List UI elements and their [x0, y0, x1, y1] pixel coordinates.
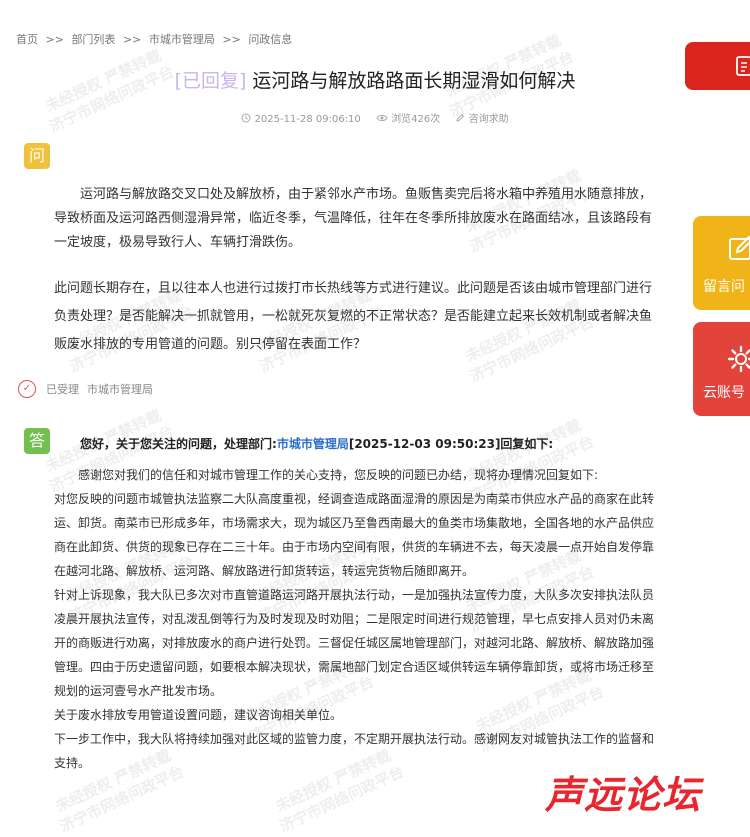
answer-department-link[interactable]: 市城市管理局 — [277, 437, 349, 451]
forum-logo: 声远论坛 — [545, 773, 702, 817]
breadcrumb-current: 问政信息 — [248, 33, 293, 46]
post-datetime: 2025-11-28 09:06:10 — [241, 113, 364, 125]
post-category: 咨询求助 — [455, 113, 509, 125]
breadcrumb-separator: >> — [222, 33, 241, 46]
account-label: 云账号 — [703, 385, 745, 401]
question-badge: 问 — [24, 143, 50, 169]
question-paragraph: 运河路与解放路交叉口处及解放桥，由于紧邻水产市场。鱼贩售卖完后将水箱中养殖用水随… — [54, 187, 653, 250]
message-button[interactable]: 留言问 — [693, 216, 750, 310]
breadcrumb-separator: >> — [122, 33, 142, 46]
post-views: 浏览426次 — [376, 114, 443, 125]
breadcrumb-department-list[interactable]: 部门列表 — [71, 33, 115, 46]
account-button[interactable]: 云账号 — [693, 322, 750, 416]
status-label: 已受理 — [46, 383, 79, 396]
answer-paragraph: 对您反映的问题市城管执法监察二大队高度重视，经调查造成路面湿滑的原因是为南菜市供… — [54, 492, 655, 578]
answer-header-prefix: 您好，关于您关注的问题，处理部门: — [80, 437, 277, 451]
answer-header-suffix: [2025-12-03 09:50:23]回复如下: — [348, 437, 554, 451]
answer-paragraph: 针对上诉现象，我大队已多次对市直管道路运河路开展执法行动，一是加强执法宣传力度，… — [54, 588, 655, 698]
edit-icon — [729, 235, 750, 260]
page-title: [已回复] 运河路与解放路路面长期湿滑如何解决 — [0, 66, 750, 93]
post-meta: 2025-11-28 09:06:10 浏览426次 咨询求助 — [0, 110, 750, 125]
breadcrumb-separator: >> — [45, 33, 64, 46]
gear-icon — [727, 345, 750, 373]
top-document-button[interactable] — [685, 42, 750, 90]
answer-paragraph: 关于废水排放专用管道设置问题，建议咨询相关单位。 — [54, 708, 343, 722]
breadcrumb-city-management[interactable]: 市城市管理局 — [149, 33, 215, 46]
pencil-icon — [456, 113, 465, 122]
answer-paragraph: 感谢您对我们的信任和对城市管理工作的关心支持，您反映的问题已办结，现将办理情况回… — [78, 468, 599, 482]
eye-icon — [376, 114, 388, 122]
message-label: 留言问 — [703, 279, 745, 295]
breadcrumb: 首页 >> 部门列表 >> 市城市管理局 >> 问政信息 — [16, 31, 296, 47]
answer-content: 感谢您对我们的信任和对城市管理工作的关心支持，您反映的问题已办结，现将办理情况回… — [54, 463, 658, 775]
status-row: ✓ 已受理 市城市管理局 — [18, 380, 153, 398]
question-paragraph: 此问题长期存在，且以往本人也进行过拨打市长热线等方式进行建议。此问题是否该由城市… — [54, 281, 653, 352]
answer-header: 您好，关于您关注的问题，处理部门:市城市管理局[2025-12-03 09:50… — [80, 435, 553, 452]
question-content: 运河路与解放路交叉口处及解放桥，由于紧邻水产市场。鱼贩售卖完后将水箱中养殖用水随… — [54, 183, 658, 359]
clock-icon — [241, 113, 251, 123]
document-icon — [736, 56, 750, 76]
check-circle-icon: ✓ — [18, 380, 36, 398]
answer-badge: 答 — [24, 428, 50, 454]
breadcrumb-home[interactable]: 首页 — [16, 33, 38, 46]
title-text: 运河路与解放路路面长期湿滑如何解决 — [252, 70, 576, 92]
status-tag: [已回复] — [174, 70, 247, 92]
status-department: 市城市管理局 — [87, 383, 153, 396]
